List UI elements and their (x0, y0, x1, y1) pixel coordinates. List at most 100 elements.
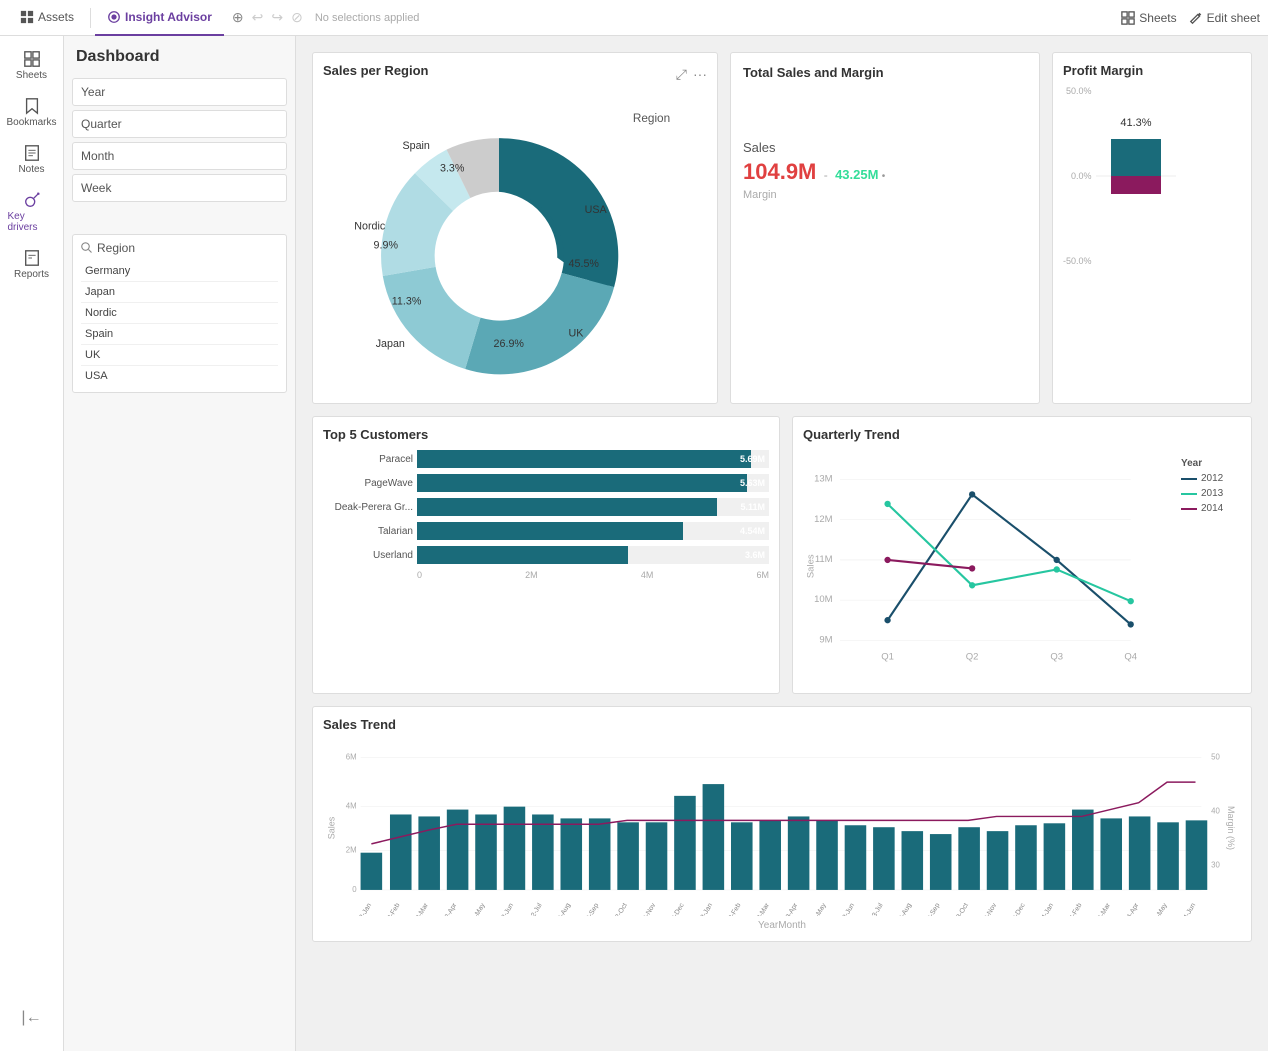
profit-bar-svg: 41.3% (1096, 86, 1176, 266)
edit-sheet-label: Edit sheet (1207, 11, 1260, 25)
svg-text:2012-Jan: 2012-Jan (353, 902, 373, 916)
svg-text:2012-Oct: 2012-Oct (609, 902, 629, 916)
region-germany[interactable]: Germany (81, 261, 278, 282)
nav-bookmarks[interactable]: Bookmarks (4, 91, 60, 134)
expand-icon[interactable]: ⤢ (676, 66, 687, 83)
bar-value-0: 5.69M (740, 454, 765, 464)
legend-line-2014 (1181, 508, 1197, 510)
nav-sheets-label: Sheets (16, 70, 47, 81)
reports-nav-icon (23, 249, 41, 267)
sales-region-title: Sales per Region (323, 63, 428, 78)
nav-bookmarks-label: Bookmarks (7, 117, 57, 128)
svg-text:2014-May: 2014-May (1148, 901, 1170, 916)
legend-2014: 2014 (1181, 503, 1241, 514)
bar-track-1: 5.63M (417, 474, 769, 492)
search-icon[interactable]: ⊕ (232, 9, 244, 26)
nav-sheets[interactable]: Sheets (4, 44, 60, 87)
sales-per-region-card: Sales per Region ⤢ ··· Region (312, 52, 718, 404)
svg-text:45.5%: 45.5% (569, 258, 600, 270)
margin-value: 43.25M (835, 167, 878, 182)
region-uk[interactable]: UK (81, 345, 278, 366)
sales-trend-svg: 6M 4M 2M 0 50 40 30 (339, 740, 1221, 916)
assets-tab[interactable]: Assets (8, 0, 86, 36)
quarterly-content: 13M 12M 11M 10M 9M Q1 Q2 (803, 450, 1241, 683)
bar-fill-0: 5.69M (417, 450, 751, 468)
nav-notes[interactable]: Notes (4, 138, 60, 181)
nav-reports[interactable]: Reports (4, 243, 60, 286)
svg-text:2012-Dec: 2012-Dec (665, 901, 686, 916)
back-icon[interactable]: ↩ (252, 9, 264, 26)
x-axis-label: YearMonth (323, 920, 1241, 931)
svg-text:Q3: Q3 (1050, 651, 1063, 662)
sheets-nav-icon (23, 50, 41, 68)
svg-text:Japan: Japan (376, 338, 405, 350)
bar-row-deak: Deak-Perera Gr... 5.11M (323, 498, 769, 516)
sales-value: 104.9M (743, 159, 816, 184)
svg-text:3.3%: 3.3% (440, 162, 465, 174)
quarterly-chart: 13M 12M 11M 10M 9M Q1 Q2 (803, 450, 1173, 683)
axis-2m: 2M (525, 570, 538, 580)
svg-text:2013-Mar: 2013-Mar (750, 901, 771, 916)
profit-title: Profit Margin (1063, 63, 1241, 78)
sales-value-row: 104.9M - 43.25M • (743, 159, 1027, 185)
clear-icon[interactable]: ⊘ (291, 9, 303, 26)
bar-value-1: 5.63M (740, 478, 765, 488)
filter-week[interactable]: Week (72, 174, 287, 202)
y-right-label: Margin (%) (1226, 806, 1236, 850)
bar-track-2: 5.11M (417, 498, 769, 516)
quarterly-trend-card: Quarterly Trend 13M 12M 11M 10M 9M (792, 416, 1252, 694)
bar-track-4: 3.6M (417, 546, 769, 564)
forward-icon[interactable]: ↪ (271, 9, 283, 26)
sidebar: Dashboard Year Quarter Month Week Region… (64, 36, 296, 1051)
profit-y-bot: -50.0% (1063, 256, 1092, 266)
filter-quarter[interactable]: Quarter (72, 110, 287, 138)
region-header: Region (81, 241, 278, 255)
notes-nav-icon (23, 144, 41, 162)
svg-text:2013-Feb: 2013-Feb (722, 902, 743, 916)
bar-value-4: 3.6M (745, 550, 765, 560)
filter-year[interactable]: Year (72, 78, 287, 106)
filter-month[interactable]: Month (72, 142, 287, 170)
insight-advisor-tab[interactable]: Insight Advisor (95, 0, 224, 36)
svg-text:2012-Jul: 2012-Jul (524, 901, 543, 916)
svg-text:10M: 10M (814, 594, 833, 605)
svg-text:9M: 9M (819, 634, 832, 645)
svg-text:6M: 6M (346, 752, 357, 761)
bar-label-1: PageWave (323, 478, 413, 489)
region-usa[interactable]: USA (81, 366, 278, 386)
bar-row-talarian: Talarian 4.54M (323, 522, 769, 540)
edit-sheet-button[interactable]: Edit sheet (1189, 11, 1260, 25)
total-sales-title: Total Sales and Margin (743, 65, 1027, 80)
collapse-button[interactable]: |← (13, 1001, 49, 1035)
svg-text:12M: 12M (814, 514, 833, 525)
svg-text:2014-Jan: 2014-Jan (1035, 902, 1055, 916)
more-icon[interactable]: ··· (693, 66, 707, 83)
bar-fill-3: 4.54M (417, 522, 683, 540)
sales-label: Sales (743, 140, 1027, 155)
nav-key-drivers[interactable]: Key drivers (4, 185, 60, 239)
region-nordic[interactable]: Nordic (81, 303, 278, 324)
svg-text:2013-Apr: 2013-Apr (779, 901, 799, 916)
bar-label-0: Paracel (323, 454, 413, 465)
svg-text:40: 40 (1211, 806, 1220, 815)
bar-1 (390, 814, 412, 889)
bar-row-paracel: Paracel 5.69M (323, 450, 769, 468)
region-filter-panel: Region Germany Japan Nordic Spain UK USA (72, 234, 287, 393)
svg-text:11.3%: 11.3% (392, 295, 422, 307)
svg-text:13M: 13M (814, 474, 833, 485)
bar-fill-1: 5.63M (417, 474, 747, 492)
assets-label: Assets (38, 10, 74, 24)
region-japan[interactable]: Japan (81, 282, 278, 303)
legend-line-2013 (1181, 493, 1197, 495)
region-spain[interactable]: Spain (81, 324, 278, 345)
sheets-button[interactable]: Sheets (1121, 11, 1176, 25)
svg-text:Q1: Q1 (881, 651, 894, 662)
svg-text:Nordic: Nordic (354, 220, 386, 232)
profit-y-mid: 0.0% (1063, 171, 1092, 181)
search-region-icon (81, 242, 93, 254)
profit-chart: 50.0% 0.0% -50.0% 41.3% (1063, 86, 1241, 286)
nav-notes-label: Notes (18, 164, 44, 175)
svg-text:UK: UK (569, 327, 585, 339)
topbar-separator (90, 8, 91, 28)
legend-2013: 2013 (1181, 488, 1241, 499)
